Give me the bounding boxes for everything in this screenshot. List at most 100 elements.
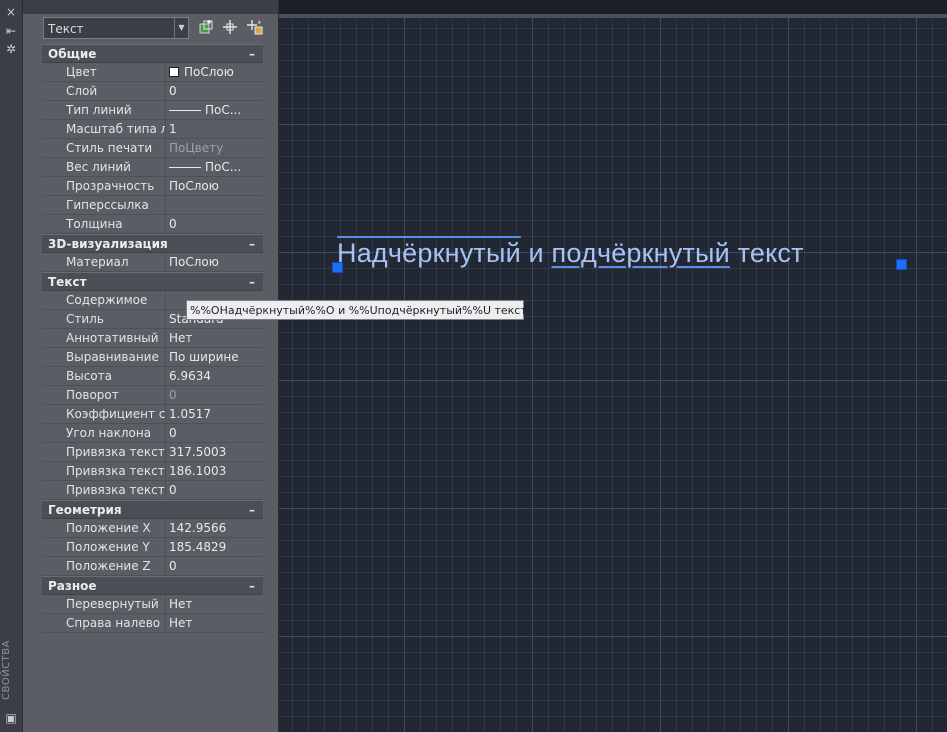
property-value[interactable]: Нет	[166, 595, 263, 613]
property-row[interactable]: Вес линий ПоС...	[42, 158, 263, 177]
grip-end[interactable]	[896, 259, 907, 270]
property-row[interactable]: Положение X 142.9566	[42, 519, 263, 538]
property-row[interactable]: Масштаб типа лин...1	[42, 120, 263, 139]
close-icon[interactable]: ×	[4, 5, 18, 19]
category-header[interactable]: 3D-визуализация –	[42, 234, 263, 253]
collapse-toggle-icon[interactable]: –	[249, 501, 255, 519]
line-sample-icon	[169, 167, 201, 168]
property-label: Привязка текста по...	[42, 481, 166, 499]
property-label: Стиль	[42, 310, 166, 328]
category-title: Геометрия	[48, 503, 122, 517]
property-row[interactable]: Привязка текста по...317.5003	[42, 443, 263, 462]
property-row[interactable]: Материал ПоСлою	[42, 253, 263, 272]
property-value[interactable]: 1.0517	[166, 405, 263, 423]
text-post-part: текст	[729, 238, 804, 268]
property-value-text: ПоЦвету	[169, 141, 224, 155]
property-row[interactable]: Цвет ПоСлою	[42, 63, 263, 82]
text-over-part: Надчёркнутый	[337, 238, 521, 268]
quick-select-icon[interactable]	[246, 19, 264, 37]
property-row[interactable]: Аннотативный Нет	[42, 329, 263, 348]
property-row[interactable]: Коэффициент сжат...1.0517	[42, 405, 263, 424]
property-value[interactable]: 0	[166, 386, 263, 404]
property-row[interactable]: Положение Y 185.4829	[42, 538, 263, 557]
canvas-top-track	[279, 0, 947, 14]
canvas-top-divider	[279, 14, 947, 18]
property-value[interactable]: ПоСлою	[166, 63, 263, 81]
property-row[interactable]: Стиль печати ПоЦвету	[42, 139, 263, 158]
property-value[interactable]: ПоС...	[166, 101, 263, 119]
property-row[interactable]: Угол наклона 0	[42, 424, 263, 443]
property-value-text: 0	[169, 217, 177, 231]
property-row[interactable]: Привязка текста по...186.1003	[42, 462, 263, 481]
property-row[interactable]: Поворот 0	[42, 386, 263, 405]
collapse-toggle-icon[interactable]: –	[249, 273, 255, 291]
category-header[interactable]: Разное –	[42, 576, 263, 595]
property-row[interactable]: Высота 6.9634	[42, 367, 263, 386]
text-mid-part: и	[520, 238, 552, 268]
pin-icon[interactable]: ⇤	[4, 24, 18, 38]
property-value[interactable]: ПоСлою	[166, 177, 263, 195]
selected-text-object[interactable]: Надчёркнутый и подчёркнутый текст	[337, 238, 804, 269]
contents-edit-field[interactable]: %%OНадчёркнутый%%O и %%Uподчёркнутый%%U …	[186, 300, 527, 320]
property-value-text: 6.9634	[169, 369, 211, 383]
property-row[interactable]: Гиперссылка	[42, 196, 263, 215]
property-value-text: 185.4829	[169, 540, 227, 554]
color-swatch-icon	[169, 67, 179, 77]
property-value[interactable]: 186.1003	[166, 462, 263, 480]
category-header[interactable]: Геометрия –	[42, 500, 263, 519]
property-value[interactable]: Нет	[166, 614, 263, 632]
property-value-text: 317.5003	[169, 445, 227, 459]
property-value[interactable]: 0	[166, 557, 263, 575]
grip-start[interactable]	[332, 262, 343, 273]
category-header[interactable]: Текст –	[42, 272, 263, 291]
options-icon[interactable]: ✲	[4, 42, 18, 56]
select-objects-icon[interactable]	[221, 19, 239, 37]
property-value[interactable]: 185.4829	[166, 538, 263, 556]
property-value[interactable]: 142.9566	[166, 519, 263, 537]
property-label: Привязка текста по...	[42, 462, 166, 480]
property-row[interactable]: Выравнивание По ширине	[42, 348, 263, 367]
property-value-text: 186.1003	[169, 464, 227, 478]
property-value[interactable]: 1	[166, 120, 263, 138]
property-label: Положение X	[42, 519, 166, 537]
add-selection-icon[interactable]	[197, 19, 215, 37]
drawing-canvas[interactable]: Надчёркнутый и подчёркнутый текст	[279, 0, 947, 732]
property-value-text: ПоСлою	[169, 179, 219, 193]
property-row[interactable]: Слой 0	[42, 82, 263, 101]
property-row[interactable]: Положение Z0	[42, 557, 263, 576]
collapse-toggle-icon[interactable]: –	[249, 235, 255, 253]
property-value-text: 142.9566	[169, 521, 227, 535]
palette-title-strip: × ⇤ ✲ СВОЙСТВА ▣	[0, 0, 23, 732]
property-value[interactable]: 0	[166, 424, 263, 442]
object-type-select[interactable]: Текст ▼	[43, 17, 189, 39]
property-value[interactable]: 0	[166, 215, 263, 233]
property-value[interactable]: Нет	[166, 329, 263, 347]
property-value[interactable]: 317.5003	[166, 443, 263, 461]
property-row[interactable]: Прозрачность ПоСлою	[42, 177, 263, 196]
property-label: Положение Y	[42, 538, 166, 556]
property-row[interactable]: Справа налево Нет	[42, 614, 263, 633]
property-row[interactable]: Тип линий ПоС...	[42, 101, 263, 120]
chevron-down-icon[interactable]: ▼	[174, 18, 188, 38]
property-value[interactable]: 6.9634	[166, 367, 263, 385]
palette-settings-icon[interactable]: ▣	[4, 711, 18, 725]
property-row[interactable]: Перевернутый Нет	[42, 595, 263, 614]
property-row[interactable]: Привязка текста по...0	[42, 481, 263, 500]
property-value[interactable]: ПоЦвету	[166, 139, 263, 157]
property-label: Высота	[42, 367, 166, 385]
property-value[interactable]: ПоС...	[166, 158, 263, 176]
collapse-toggle-icon[interactable]: –	[249, 577, 255, 595]
palette-title: СВОЙСТВА	[1, 640, 12, 700]
property-value[interactable]: 0	[166, 82, 263, 100]
property-value-text: ПоС...	[205, 103, 242, 117]
property-value[interactable]	[166, 196, 263, 214]
property-value[interactable]: По ширине	[166, 348, 263, 366]
collapse-toggle-icon[interactable]: –	[249, 45, 255, 63]
property-value[interactable]: 0	[166, 481, 263, 499]
category-header[interactable]: Общие –	[42, 44, 263, 63]
property-value[interactable]: ПоСлою	[166, 253, 263, 271]
property-label: Привязка текста по...	[42, 443, 166, 461]
property-row[interactable]: Толщина 0	[42, 215, 263, 234]
property-label: Содержимое	[42, 291, 166, 309]
property-value-text: ПоС...	[205, 160, 242, 174]
